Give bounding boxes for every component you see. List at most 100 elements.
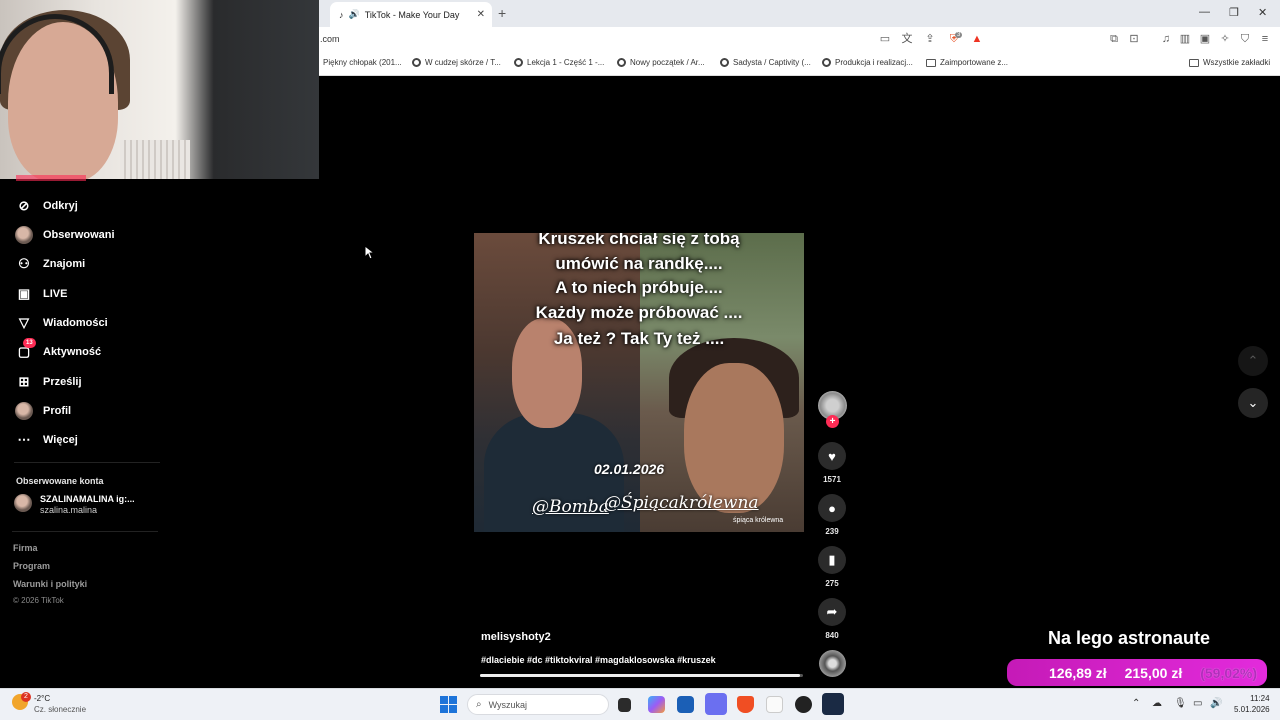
clock[interactable]: 11:24 5.01.2026 bbox=[1234, 693, 1270, 715]
minimize-icon[interactable]: — bbox=[1199, 6, 1210, 18]
share-action[interactable]: ➦ 840 bbox=[818, 598, 846, 640]
brave-rewards-icon[interactable]: ▲ bbox=[969, 32, 985, 46]
video-caption-line: Ja też ? Tak Ty też .... bbox=[553, 329, 725, 348]
brave-icon[interactable] bbox=[737, 696, 754, 713]
tray-app-icon[interactable]: ☁ bbox=[1152, 698, 1162, 709]
sidebar-toggle-icon[interactable]: ▥ bbox=[1177, 32, 1193, 46]
translate-icon[interactable]: 文 bbox=[899, 32, 915, 46]
wallet-icon[interactable]: ▣ bbox=[1197, 32, 1213, 46]
globe-icon bbox=[822, 58, 831, 67]
discord-icon[interactable] bbox=[705, 693, 727, 715]
sidebar-item-profil[interactable]: Profil bbox=[15, 402, 71, 420]
menu-icon[interactable]: ≡ bbox=[1257, 32, 1273, 46]
video-hashtags[interactable]: #dlaciebie #dc #tiktokviral #magdaklosow… bbox=[481, 655, 716, 665]
copilot-icon[interactable] bbox=[648, 696, 665, 713]
folder-icon bbox=[926, 58, 936, 67]
url-text[interactable]: .com bbox=[320, 34, 340, 44]
temperature[interactable]: -2°C bbox=[34, 694, 50, 703]
sidebar-item-wiadomosci[interactable]: ▽ Wiadomości bbox=[15, 314, 108, 332]
sidebar-item-odkryj[interactable]: ⊘ Odkryj bbox=[15, 197, 78, 215]
sidebar-item-live[interactable]: ▣ LIVE bbox=[15, 285, 68, 303]
footer-link-firma[interactable]: Firma bbox=[13, 543, 38, 553]
sidebar-item-obserwowani[interactable]: Obserwowani bbox=[15, 226, 115, 244]
avatar bbox=[14, 494, 32, 512]
leo-ai-icon[interactable]: ✧ bbox=[1217, 32, 1233, 46]
globe-icon bbox=[617, 58, 626, 67]
previous-video-button[interactable]: ⌃ bbox=[1238, 346, 1268, 376]
followed-account[interactable]: SZALINAMALINA ig:... szalina.malina bbox=[14, 494, 135, 515]
cast-icon[interactable]: ▭ bbox=[877, 32, 893, 46]
taskbar-search-input[interactable]: ⌕ Wyszukaj bbox=[467, 694, 609, 715]
app-icon[interactable] bbox=[795, 696, 812, 713]
follow-plus-icon[interactable]: + bbox=[826, 415, 839, 428]
audio-icon[interactable]: 🔊 bbox=[349, 9, 360, 20]
store-icon[interactable] bbox=[677, 696, 694, 713]
video-handle-right: @Śpiącakrólewna bbox=[604, 493, 759, 513]
save-action[interactable]: ▮ 275 bbox=[818, 546, 846, 588]
friends-icon: ⚇ bbox=[18, 256, 30, 271]
bookmark-item[interactable]: Nowy początek / Ar... bbox=[617, 58, 705, 67]
globe-icon bbox=[720, 58, 729, 67]
donation-goal-title: Na lego astronaute bbox=[1048, 628, 1211, 648]
notification-badge: 13 bbox=[23, 338, 36, 348]
comment-icon[interactable]: ● bbox=[818, 494, 846, 522]
live-icon: ▣ bbox=[17, 286, 31, 301]
next-video-button[interactable]: ⌄ bbox=[1238, 388, 1268, 418]
network-icon[interactable]: ▭ bbox=[1193, 698, 1202, 709]
bookmark-item[interactable]: Lekcja 1 - Część 1 -... bbox=[514, 58, 604, 67]
footer-link-program[interactable]: Program bbox=[13, 561, 50, 571]
sidebar-item-przeslij[interactable]: ⊞ Prześlij bbox=[15, 373, 82, 391]
tray-chevron-icon[interactable]: ⌃ bbox=[1132, 698, 1140, 709]
share-icon[interactable]: ⇪ bbox=[922, 32, 938, 46]
close-window-icon[interactable]: ✕ bbox=[1258, 6, 1267, 19]
video-player[interactable]: Kruszek chciał się z tobą umówić na rand… bbox=[474, 233, 804, 532]
new-tab-button[interactable]: + bbox=[498, 5, 506, 21]
bookmark-folder[interactable]: Zaimportowane z... bbox=[926, 58, 1008, 67]
followed-header: Obserwowane konta bbox=[16, 476, 104, 486]
media-icon[interactable]: ♫ bbox=[1158, 32, 1174, 46]
bookmark-icon[interactable]: ▮ bbox=[818, 546, 846, 574]
task-view-icon[interactable] bbox=[618, 698, 631, 712]
activity-icon: ▢ 13 bbox=[15, 338, 36, 361]
screenshot-icon[interactable]: ⊡ bbox=[1126, 32, 1142, 46]
sidebar-item-wiecej[interactable]: ⋯ Więcej bbox=[15, 431, 78, 449]
all-bookmarks[interactable]: Wszystkie zakładki bbox=[1189, 58, 1270, 67]
compass-icon: ⊘ bbox=[18, 198, 30, 213]
share-count: 840 bbox=[825, 631, 839, 640]
steam-icon[interactable] bbox=[822, 693, 844, 715]
vpn-icon[interactable]: ⛉ bbox=[1237, 32, 1253, 46]
video-progress-bar[interactable] bbox=[480, 674, 803, 677]
footer-link-terms[interactable]: Warunki i polityki bbox=[13, 579, 87, 589]
file-icon[interactable] bbox=[766, 696, 783, 713]
extensions-icon[interactable]: ⧉ bbox=[1106, 32, 1122, 46]
bookmark-item[interactable]: Sadysta / Captivity (... bbox=[720, 58, 811, 67]
close-tab-icon[interactable]: ✕ bbox=[477, 9, 485, 20]
video-caption-line: Każdy może próbować .... bbox=[535, 303, 743, 322]
bookmark-item[interactable]: Piękny chłopak (201... bbox=[323, 58, 402, 67]
tiktok-favicon-icon: ♪ bbox=[339, 9, 344, 20]
tab-title: TikTok - Make Your Day bbox=[364, 9, 460, 20]
video-caption-line: umówić na randkę.... bbox=[555, 254, 723, 273]
maximize-icon[interactable]: ❐ bbox=[1229, 6, 1239, 19]
weather-badge: 2 bbox=[21, 692, 31, 702]
weather-description[interactable]: Cz. słonecznie bbox=[34, 705, 86, 714]
bookmark-item[interactable]: Produkcja i realizacj... bbox=[822, 58, 913, 67]
video-caption-line: A to niech próbuje.... bbox=[555, 278, 723, 297]
video-progress-fill bbox=[480, 674, 800, 677]
heart-icon[interactable]: ♥ bbox=[818, 442, 846, 470]
comment-count: 239 bbox=[825, 527, 839, 536]
sidebar-item-znajomi[interactable]: ⚇ Znajomi bbox=[15, 255, 85, 273]
browser-tab[interactable]: ♪ 🔊 TikTok - Make Your Day ✕ bbox=[330, 2, 492, 27]
share-arrow-icon[interactable]: ➦ bbox=[818, 598, 846, 626]
sidebar-item-aktywnosc[interactable]: ▢ 13 Aktywność bbox=[15, 338, 101, 361]
volume-icon[interactable]: 🔊 bbox=[1210, 698, 1222, 709]
comment-action[interactable]: ● 239 bbox=[818, 494, 846, 536]
video-author[interactable]: melisyshoty2 bbox=[481, 631, 551, 643]
music-disc-icon[interactable] bbox=[819, 650, 846, 677]
bookmark-item[interactable]: W cudzej skórze / T... bbox=[412, 58, 501, 67]
taskbar bbox=[0, 688, 1280, 720]
microphone-icon[interactable]: 🎙 bbox=[1174, 698, 1187, 709]
like-action[interactable]: ♥ 1571 bbox=[818, 442, 846, 484]
like-count: 1571 bbox=[823, 475, 841, 484]
start-button[interactable] bbox=[440, 696, 457, 713]
